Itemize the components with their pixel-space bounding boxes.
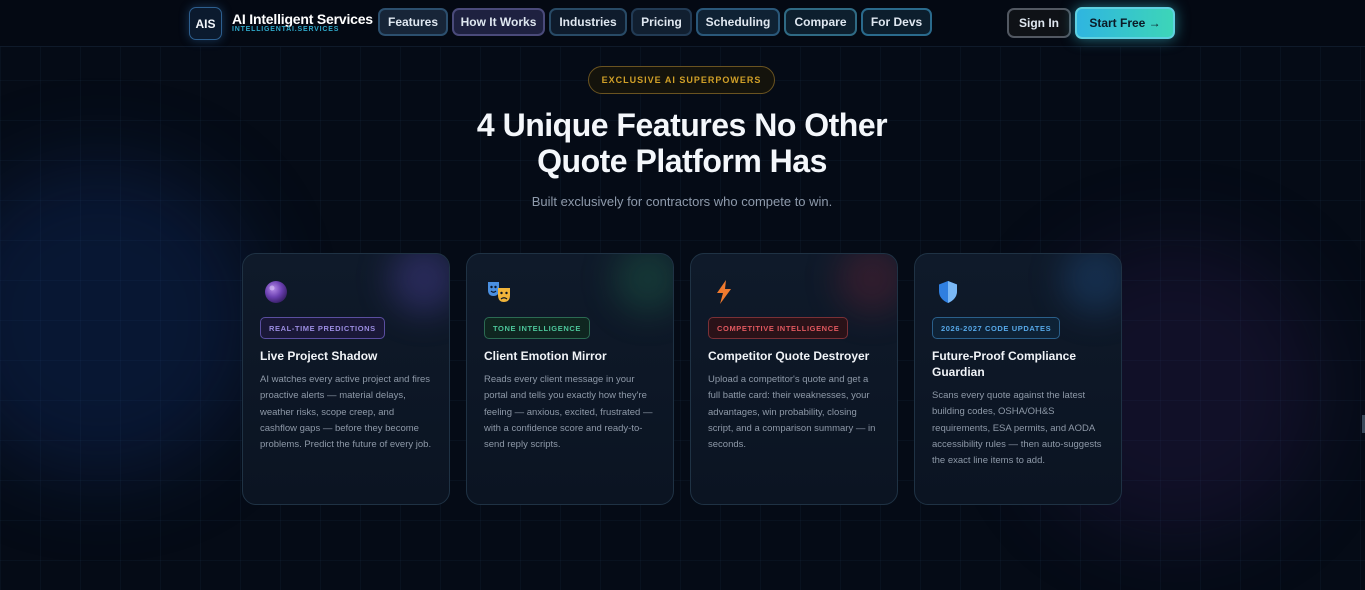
card-description: Upload a competitor's quote and get a fu…	[708, 374, 876, 451]
nav-link-pricing[interactable]: Pricing	[631, 8, 692, 36]
card-tag: COMPETITIVE INTELLIGENCE	[708, 317, 849, 339]
headline-line-2: Quote Platform Has	[537, 143, 827, 179]
card-tag: REAL-TIME PREDICTIONS	[260, 317, 385, 339]
headline-line-1: 4 Unique Features No Other	[476, 107, 888, 143]
card-glow	[613, 254, 673, 314]
top-navigation: AIS AI Intelligent Services INTELLIGENTA…	[0, 0, 1365, 47]
eyebrow-badge: EXCLUSIVE AI SUPERPOWERS	[588, 66, 775, 94]
feature-card-compliance-guardian[interactable]: 2026-2027 CODE UPDATES Future-Proof Comp…	[914, 253, 1122, 505]
page-headline: 4 Unique Features No Other Quote Platfor…	[382, 107, 982, 179]
card-tag: TONE INTELLIGENCE	[484, 317, 590, 339]
brand-domain: INTELLIGENTAI.SERVICES	[232, 26, 340, 33]
card-title: Future-Proof Compliance Guardian	[932, 349, 1077, 379]
nav-link-features[interactable]: Features	[378, 8, 448, 36]
sign-in-button[interactable]: Sign In	[1007, 8, 1071, 38]
nav-link-how-it-works[interactable]: How It Works	[452, 8, 545, 36]
theater-masks-icon	[488, 282, 510, 302]
card-description: Scans every quote against the latest bui…	[932, 390, 1102, 467]
card-description: Reads every client message in your porta…	[484, 374, 653, 451]
feature-card-client-emotion-mirror[interactable]: TONE INTELLIGENCE Client Emotion Mirror …	[466, 253, 674, 505]
nav-link-industries[interactable]: Industries	[549, 8, 627, 36]
shield-icon	[939, 281, 957, 303]
card-title: Live Project Shadow	[260, 349, 378, 363]
feature-card-competitor-quote-destroyer[interactable]: COMPETITIVE INTELLIGENCE Competitor Quot…	[690, 253, 898, 505]
card-tag: 2026-2027 CODE UPDATES	[932, 317, 1061, 339]
card-glow	[837, 254, 897, 314]
nav-link-for-devs[interactable]: For Devs	[861, 8, 932, 36]
card-description: AI watches every active project and fire…	[260, 374, 432, 451]
brand-logo[interactable]: AIS	[189, 7, 222, 40]
nav-link-compare[interactable]: Compare	[784, 8, 857, 36]
card-title: Client Emotion Mirror	[484, 349, 607, 363]
start-free-button[interactable]: Start Free →	[1075, 7, 1175, 39]
nav-link-scheduling[interactable]: Scheduling	[696, 8, 780, 36]
card-glow	[1061, 254, 1121, 314]
lightning-bolt-icon	[717, 280, 731, 304]
card-glow	[389, 254, 449, 314]
card-title: Competitor Quote Destroyer	[708, 349, 870, 363]
page-subheadline: Built exclusively for contractors who co…	[531, 194, 833, 209]
crystal-ball-icon	[265, 281, 287, 303]
brand-name[interactable]: AI Intelligent Services	[232, 11, 373, 27]
feature-card-live-project-shadow[interactable]: REAL-TIME PREDICTIONS Live Project Shado…	[242, 253, 450, 505]
